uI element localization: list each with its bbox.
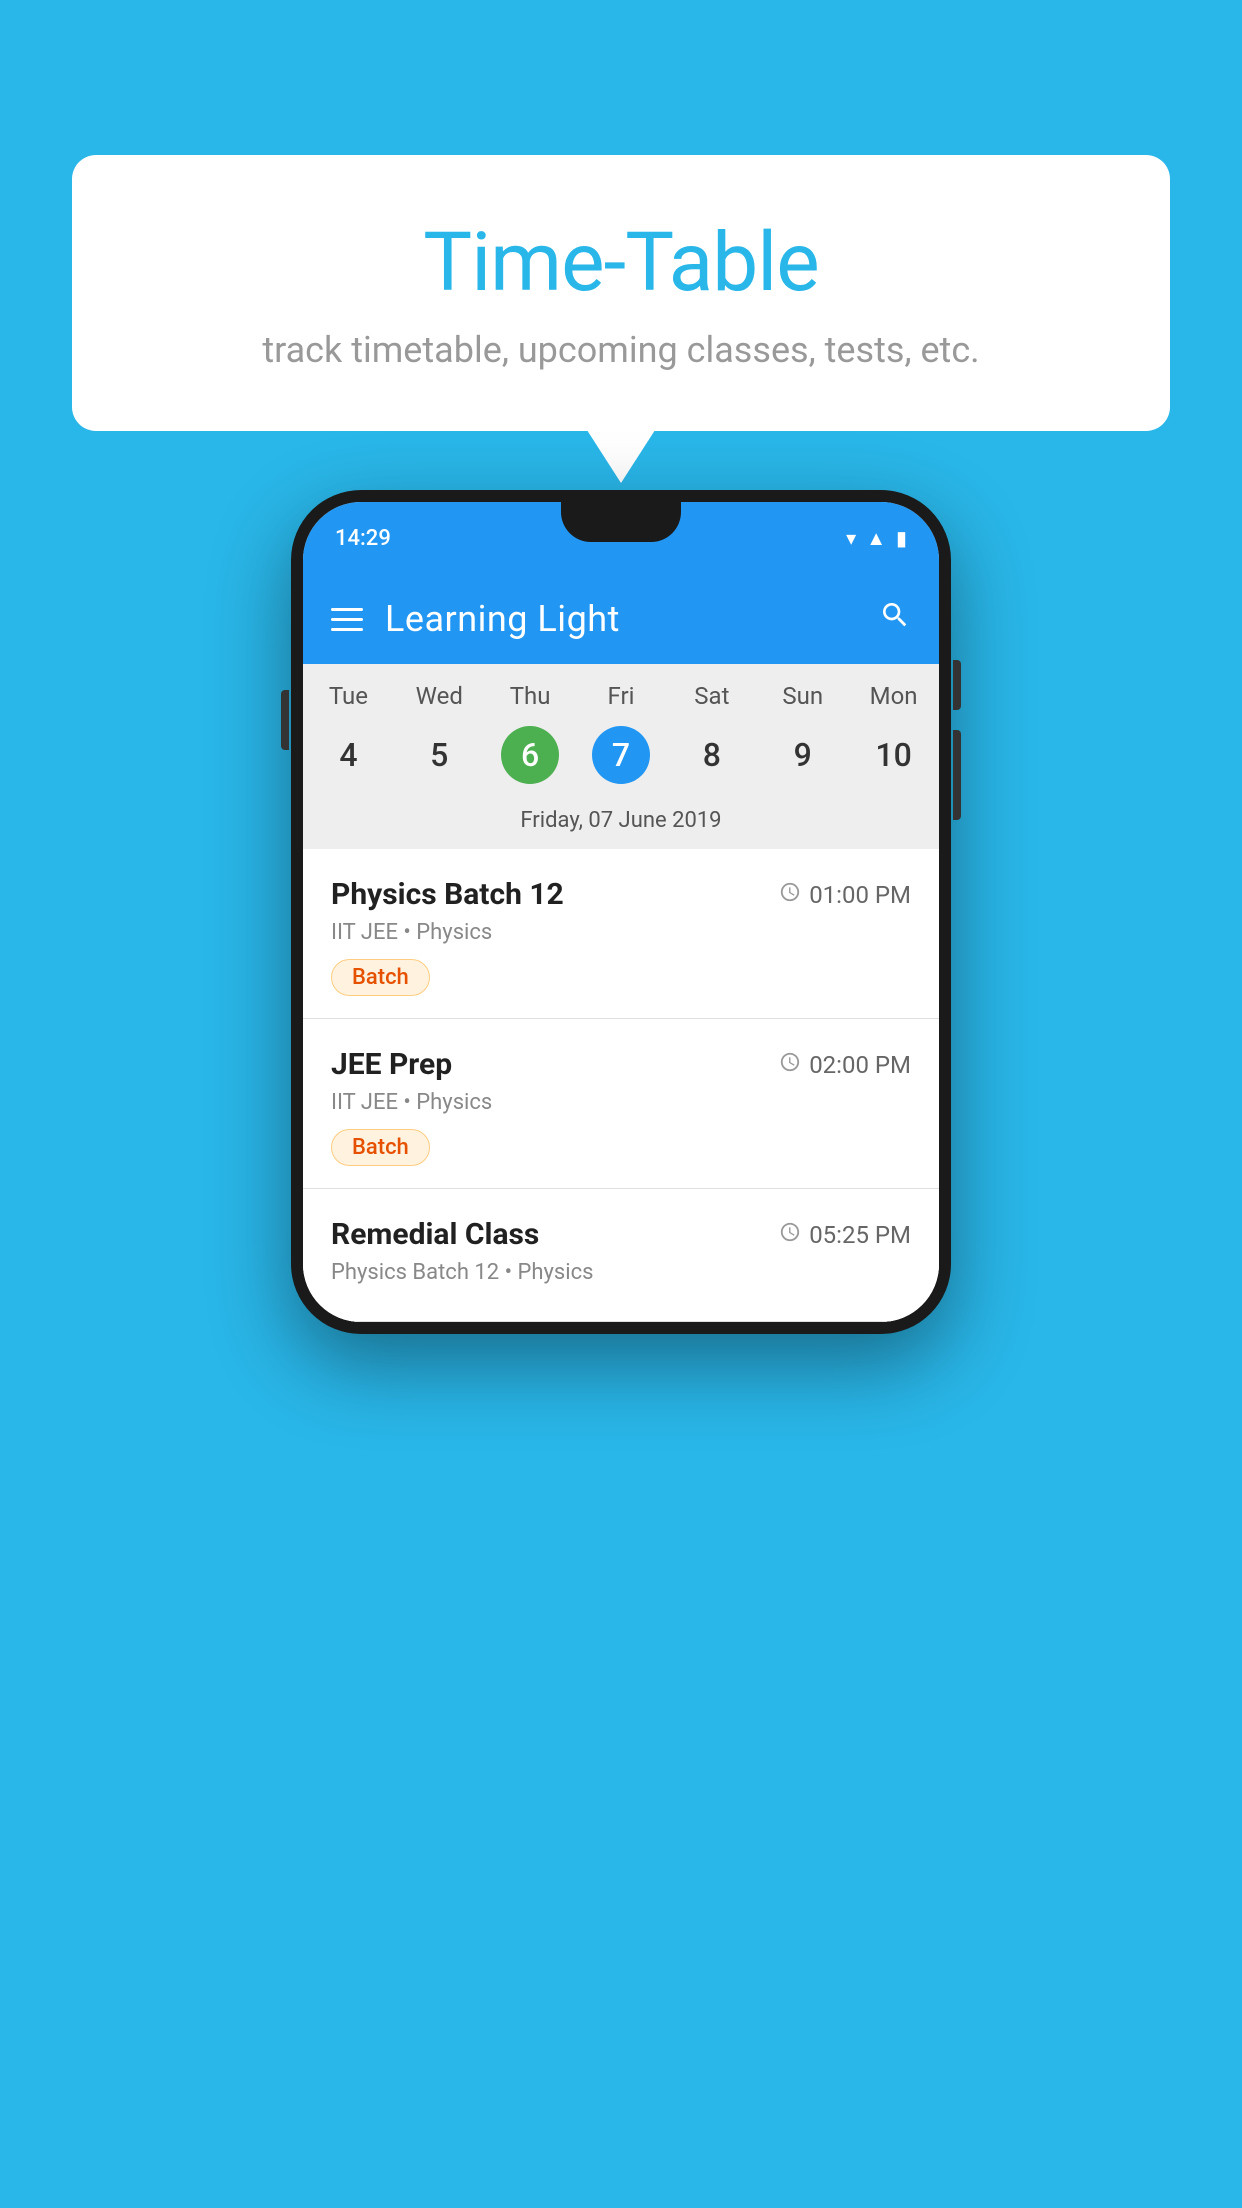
schedule-meta-2: IIT JEE • Physics [331,1090,911,1115]
date-9[interactable]: 9 [757,726,848,784]
day-sat: Sat [666,682,757,710]
date-10[interactable]: 10 [848,726,939,784]
status-bar: 14:29 ▾ ▲ ▮ [303,502,939,574]
batch-tag-1: Batch [331,959,430,996]
volume-button [281,690,289,750]
calendar-section: Tue Wed Thu Fri Sat Sun Mon 4 5 6 7 8 9 … [303,664,939,849]
schedule-time-text-2: 02:00 PM [809,1051,911,1079]
date-7[interactable]: 7 [576,726,667,784]
selected-date-label: Friday, 07 June 2019 [303,798,939,849]
schedule-title-2: JEE Prep [331,1047,452,1082]
schedule-item-1-header: Physics Batch 12 01:00 PM [331,877,911,912]
date-5[interactable]: 5 [394,726,485,784]
date-6[interactable]: 6 [485,726,576,784]
day-mon: Mon [848,682,939,710]
battery-icon: ▮ [896,526,907,550]
days-header: Tue Wed Thu Fri Sat Sun Mon [303,664,939,718]
bubble-subtitle: track timetable, upcoming classes, tests… [152,329,1090,371]
phone-frame: 14:29 ▾ ▲ ▮ Learning Light [291,490,951,1334]
clock-icon-1 [779,881,801,909]
schedule-item-2[interactable]: JEE Prep 02:00 PM IIT JEE • Physics Batc… [303,1019,939,1189]
hamburger-line [331,608,363,611]
day-wed: Wed [394,682,485,710]
day-sun: Sun [757,682,848,710]
date-4[interactable]: 4 [303,726,394,784]
schedule-item-3-header: Remedial Class 05:25 PM [331,1217,911,1252]
app-header: Learning Light [303,574,939,664]
day-tue: Tue [303,682,394,710]
schedule-meta-1: IIT JEE • Physics [331,920,911,945]
schedule-item-1[interactable]: Physics Batch 12 01:00 PM IIT JEE • Phys… [303,849,939,1019]
schedule-title-1: Physics Batch 12 [331,877,564,912]
wifi-icon: ▾ [846,526,856,550]
schedule-meta-3: Physics Batch 12 • Physics [331,1260,911,1285]
date-8[interactable]: 8 [666,726,757,784]
app-title: Learning Light [385,598,620,640]
schedule-list: Physics Batch 12 01:00 PM IIT JEE • Phys… [303,849,939,1322]
hamburger-line [331,628,363,631]
speech-bubble: Time-Table track timetable, upcoming cla… [72,155,1170,431]
schedule-item-2-header: JEE Prep 02:00 PM [331,1047,911,1082]
clock-icon-3 [779,1221,801,1249]
schedule-time-3: 05:25 PM [779,1221,911,1249]
schedule-time-2: 02:00 PM [779,1051,911,1079]
bubble-title: Time-Table [152,215,1090,311]
status-icons: ▾ ▲ ▮ [846,526,907,551]
schedule-time-1: 01:00 PM [779,881,911,909]
phone-screen: 14:29 ▾ ▲ ▮ Learning Light [303,502,939,1322]
schedule-time-text-1: 01:00 PM [809,881,911,909]
batch-tag-2: Batch [331,1129,430,1166]
schedule-title-3: Remedial Class [331,1217,539,1252]
menu-button[interactable] [331,608,363,631]
phone-wrapper: 14:29 ▾ ▲ ▮ Learning Light [291,490,951,1334]
day-fri: Fri [576,682,667,710]
dates-row: 4 5 6 7 8 9 10 [303,718,939,798]
volume-down-button [953,730,961,820]
speech-bubble-container: Time-Table track timetable, upcoming cla… [72,155,1170,431]
signal-icon: ▲ [866,526,886,551]
day-thu: Thu [485,682,576,710]
hamburger-line [331,618,363,621]
header-left: Learning Light [331,598,620,640]
clock-icon-2 [779,1051,801,1079]
status-time: 14:29 [335,526,391,551]
schedule-time-text-3: 05:25 PM [809,1221,911,1249]
search-button[interactable] [879,599,911,639]
power-button [953,660,961,710]
schedule-item-3[interactable]: Remedial Class 05:25 PM Physics Batch 12… [303,1189,939,1322]
